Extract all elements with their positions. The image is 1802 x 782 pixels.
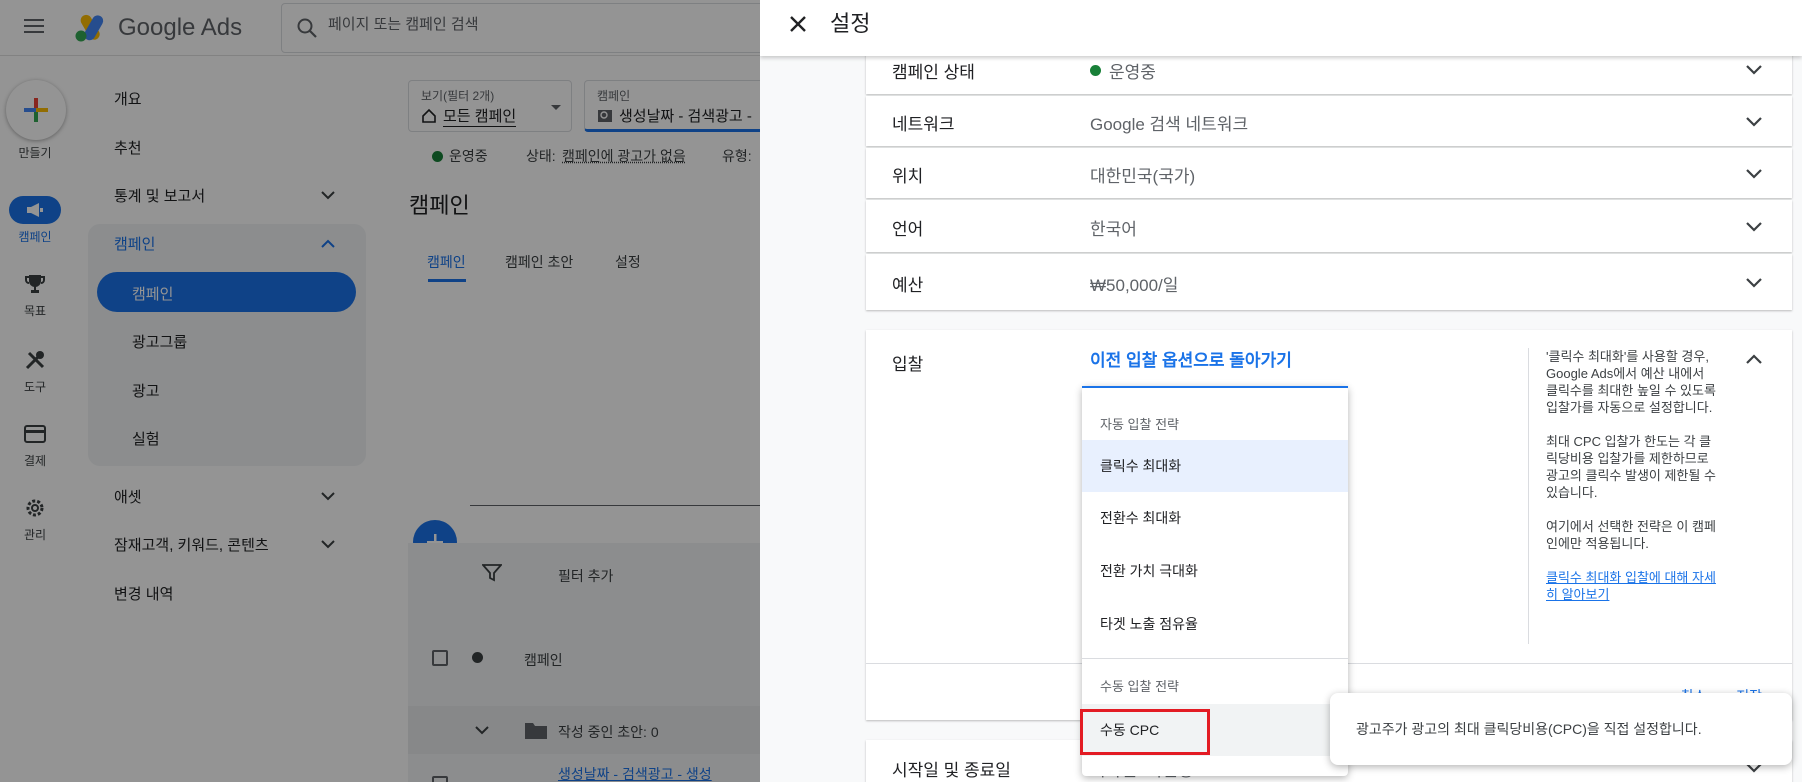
- setting-label: 네트워크: [892, 110, 955, 135]
- modal-scrim: [0, 0, 760, 782]
- setting-label: 캠페인 상태: [892, 58, 975, 83]
- setting-value: 한국어: [1090, 215, 1137, 240]
- chevron-down-icon[interactable]: [1742, 214, 1766, 238]
- panel-title: 설정: [830, 6, 870, 38]
- setting-label: 예산: [892, 271, 923, 296]
- option-target-impression-share[interactable]: 타겟 노출 점유율: [1082, 598, 1348, 650]
- option-tooltip: 광고주가 광고의 최대 클릭당비용(CPC)을 직접 설정합니다.: [1330, 693, 1792, 765]
- chevron-up-icon[interactable]: [1742, 348, 1766, 372]
- setting-value: Google 검색 네트워크: [1090, 110, 1248, 135]
- setting-row-budget[interactable]: 예산 ₩50,000/일: [866, 254, 1792, 310]
- setting-label: 위치: [892, 162, 923, 187]
- close-icon: [788, 14, 808, 34]
- bidding-help-text: '클릭수 최대화'를 사용할 경우, Google Ads에서 예산 내에서 클…: [1546, 348, 1716, 603]
- setting-value-text: 운영중: [1109, 58, 1156, 83]
- auto-bidding-header: 자동 입찰 전략: [1100, 414, 1179, 433]
- option-maximize-conversion-value[interactable]: 전환 가치 극대화: [1082, 545, 1348, 597]
- option-maximize-conversions[interactable]: 전환수 최대화: [1082, 492, 1348, 544]
- back-to-previous-bidding-link[interactable]: 이전 입찰 옵션으로 돌아가기: [1090, 346, 1292, 371]
- chevron-down-icon[interactable]: [1742, 109, 1766, 133]
- chevron-down-icon[interactable]: [1742, 270, 1766, 294]
- chevron-down-icon[interactable]: [1742, 57, 1766, 81]
- dropdown-focus-line: [1082, 386, 1348, 388]
- help-paragraph: '클릭수 최대화'를 사용할 경우, Google Ads에서 예산 내에서 클…: [1546, 348, 1716, 416]
- help-paragraph: 여기에서 선택한 전략은 이 캠페인에만 적용됩니다.: [1546, 518, 1716, 552]
- status-dot: [1090, 65, 1101, 76]
- setting-row-language[interactable]: 언어 한국어: [866, 200, 1792, 252]
- setting-row-network[interactable]: 네트워크 Google 검색 네트워크: [866, 96, 1792, 146]
- learn-more-link[interactable]: 클릭수 최대화 입찰에 대해 자세히 알아보기: [1546, 570, 1716, 602]
- setting-value: ₩50,000/일: [1090, 271, 1178, 296]
- setting-label: 시작일 및 종료일: [892, 756, 1011, 781]
- setting-row-location[interactable]: 위치 대한민국(국가): [866, 148, 1792, 198]
- manual-bidding-header: 수동 입찰 전략: [1100, 676, 1179, 695]
- setting-label: 언어: [892, 215, 923, 240]
- help-divider: [1528, 348, 1529, 644]
- settings-header: 설정: [760, 0, 1802, 56]
- setting-value: 운영중: [1090, 58, 1156, 83]
- close-button[interactable]: [782, 8, 814, 40]
- highlight-box: [1080, 709, 1210, 755]
- option-maximize-clicks[interactable]: 클릭수 최대화: [1082, 440, 1348, 492]
- setting-value: 대한민국(국가): [1090, 162, 1195, 187]
- bidding-label: 입찰: [892, 350, 923, 375]
- dropdown-separator: [1082, 658, 1348, 659]
- help-paragraph: 최대 CPC 입찰가 한도는 각 클릭당비용 입찰가를 제한하므로 광고의 클릭…: [1546, 433, 1716, 501]
- chevron-down-icon[interactable]: [1742, 161, 1766, 185]
